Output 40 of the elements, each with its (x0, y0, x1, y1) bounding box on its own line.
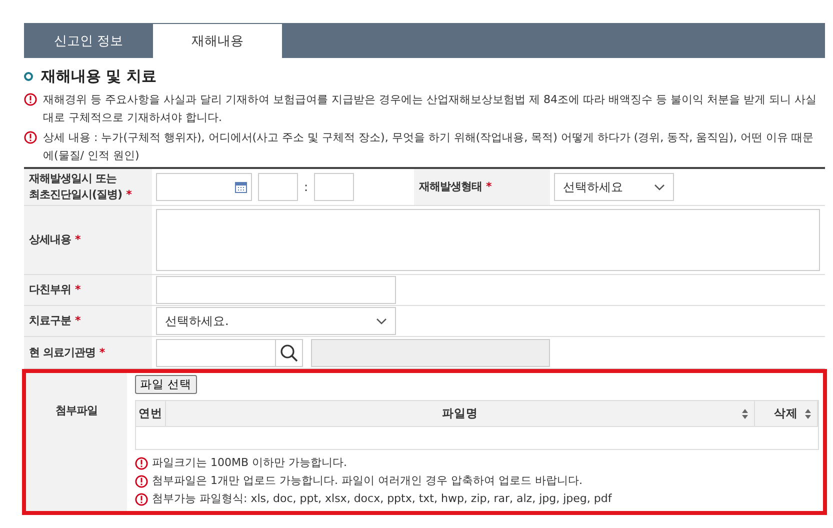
time-separator: : (304, 180, 308, 194)
column-header: 연번 (136, 401, 166, 426)
field-label: 치료구분 * (24, 306, 152, 336)
section-title: 재해내용 및 치료 (41, 67, 156, 86)
file-select-button[interactable]: 파일 선택 (135, 375, 197, 394)
notice-text: 상세 내용 : 누가(구체적 행위자), 어디에서(사고 주소 및 구체적 장소), 무엇을 하기 위해(작업내용, 목적) 어떻게 하다가 (경위, 동작, 움직임), 어떤 이유 때문에(물질/ 인적 원인) (43, 130, 814, 164)
notice-text: 재해경위 등 주요사항을 사실과 달리 기재하여 보험급여를 지급받은 경우에는 산업재해보상보험법 제 84조에 따라 배액징수 등 불이익 처분을 받게 되니 사실대로 구체적으로 기재하셔야 합니다. (43, 92, 818, 126)
warning-icon (135, 474, 148, 488)
minute-field[interactable] (314, 173, 354, 201)
type-select[interactable]: 선택하세요 (554, 173, 674, 201)
warning-icon (24, 131, 37, 144)
field-label: 재해발생형태 * (414, 169, 550, 205)
caret-icon (654, 184, 665, 190)
tab[interactable]: 재해내용 (153, 23, 282, 58)
warning-icon (24, 93, 37, 106)
details-field[interactable] (156, 209, 820, 271)
date-field[interactable] (156, 173, 252, 201)
bullet-icon (24, 72, 33, 81)
note-text: 첨부가능 파일형식: xls, doc, ppt, xlsx, docx, pptx, txt, hwp, zip, rar, alz, jpg, jpeg, pdf (152, 490, 612, 506)
note-text: 첨부파일은 1개만 업로드 가능합니다. 파일이 여러개인 경우 압축하여 업로드 바랍니다. (152, 472, 582, 488)
field-label: 현 의료기관명 * (24, 337, 152, 368)
warning-icon (135, 456, 148, 470)
search-button[interactable] (276, 338, 303, 366)
search-icon (280, 344, 298, 362)
field-label: 상세내용 * (24, 206, 152, 274)
injured-part-field[interactable] (156, 276, 396, 304)
caret-icon (376, 318, 387, 324)
column-header[interactable]: 파일명 (166, 401, 755, 426)
calendar-icon (235, 181, 247, 193)
hour-field[interactable] (258, 173, 298, 201)
hospital-field[interactable] (156, 338, 276, 366)
note-text: 파일크기는 100MB 이하만 가능합니다. (152, 454, 348, 470)
sort-icon (805, 409, 811, 419)
warning-icon (135, 492, 148, 506)
field-label: 다친부위 * (24, 275, 152, 305)
field-label: 첨부파일 (26, 373, 127, 511)
treatment-select[interactable]: 선택하세요. (156, 307, 396, 335)
sort-icon (742, 409, 748, 419)
column-header[interactable]: 삭제 (755, 401, 818, 426)
field-label: 재해발생일시 또는 최초진단일시(질병) * (24, 169, 152, 205)
